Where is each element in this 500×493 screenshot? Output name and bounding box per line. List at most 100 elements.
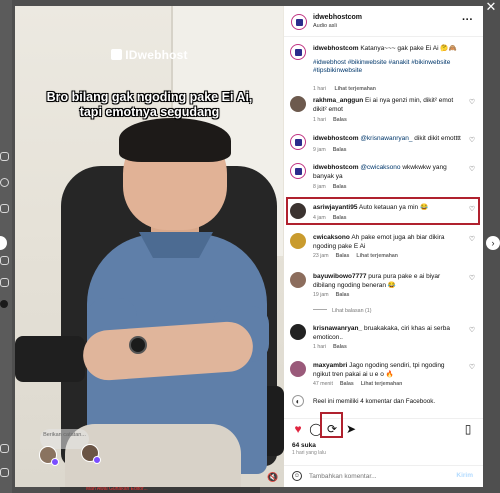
emoji-icon[interactable]: ☺ — [292, 471, 302, 481]
comment-meta: 8 jam Balas — [313, 184, 354, 190]
caption-username[interactable]: idwebhostcom — [313, 45, 359, 52]
comment-text: rakhma_anggun Ei ai nya genzi min, dikit… — [313, 97, 461, 114]
like-comment-heart-icon[interactable]: ♡ — [468, 364, 476, 372]
reply-button[interactable]: Balas — [333, 184, 347, 190]
apps-icon[interactable] — [0, 468, 9, 477]
like-comment-heart-icon[interactable]: ♡ — [468, 236, 476, 244]
divider — [284, 418, 483, 419]
caption-hashtags[interactable]: #idwebhost #bikinwebsite #anakit #bikinw… — [313, 59, 450, 75]
audio-label[interactable]: Audio asli — [313, 23, 337, 29]
comment-text: idwebhostcom @krisnawanryan_ dikit dikit… — [313, 135, 461, 144]
comment-time: 23 jam — [313, 253, 329, 259]
video-caption: Bro bilang gak ngoding pake Ei Ai, tapi … — [25, 90, 274, 120]
like-heart-icon[interactable]: ♥ — [290, 421, 306, 437]
messages-icon[interactable] — [0, 256, 9, 265]
author-avatar[interactable] — [290, 44, 306, 60]
comment-avatar[interactable] — [290, 233, 306, 249]
reply-button[interactable]: Balas — [333, 147, 347, 153]
comment-mention[interactable]: @krisnawanryan_ — [360, 135, 412, 142]
more-options-icon[interactable]: ··· — [462, 14, 473, 26]
post-time: 1 hari yang lalu — [292, 450, 326, 456]
video-brand-text: IDwebhost — [125, 48, 188, 62]
comment-text: maxyambri Jago ngoding sendiri, tpi ngod… — [313, 362, 461, 379]
reply-button[interactable]: Balas — [333, 344, 347, 350]
caption-text: idwebhostcom Katanya~~~ gak pake Ei Ai 🤔… — [313, 45, 461, 76]
comment-avatar[interactable] — [290, 272, 306, 288]
comment-avatar[interactable] — [290, 163, 306, 179]
translate-link[interactable]: Lihat terjemahan — [334, 86, 376, 92]
author-username[interactable]: idwebhostcom — [313, 14, 362, 21]
comment-text: bayuwibowo7777 pura pura pake e ai biyar… — [313, 273, 461, 290]
badge-icon — [93, 456, 101, 464]
comment-text: idwebhostcom @cwicaksono wkwkwkw yang ba… — [313, 164, 461, 181]
post-header: idwebhostcom Audio asli ··· — [284, 6, 483, 37]
brand-logo-icon — [111, 49, 123, 60]
reply-button[interactable]: Balas — [333, 117, 347, 123]
reel-info-text: Reel ini memiliki 4 komentar dan Faceboo… — [313, 398, 436, 405]
comment-avatar[interactable] — [290, 361, 306, 377]
highlight-repost-box — [320, 412, 343, 438]
home-icon[interactable] — [0, 152, 9, 161]
translate-link[interactable]: Lihat terjemahan — [356, 253, 398, 259]
close-icon[interactable]: ✕ — [484, 0, 498, 14]
comment-username[interactable]: bayuwibowo7777 — [313, 273, 366, 280]
create-icon[interactable] — [0, 278, 9, 287]
reply-button[interactable]: Balas — [336, 292, 350, 298]
menu-icon[interactable] — [0, 444, 9, 453]
comment-body: dikit dikit emotttt — [414, 135, 461, 142]
translate-link[interactable]: Lihat terjemahan — [361, 381, 403, 387]
reply-button[interactable]: Balas — [336, 253, 350, 259]
comment-meta: 19 jam Balas — [313, 292, 356, 298]
comment-meta: 1 hari Balas — [313, 344, 354, 350]
comment-username[interactable]: idwebhostcom — [313, 135, 359, 142]
comment-mention[interactable]: @cwicaksono — [360, 164, 400, 171]
comment-username[interactable]: krisnawanryan_ — [313, 325, 362, 332]
add-comment-input[interactable] — [309, 469, 449, 483]
explore-icon[interactable] — [0, 204, 9, 213]
view-replies-link[interactable]: Lihat balasan (1) — [313, 308, 371, 314]
comment-meta: 9 jam Balas — [313, 147, 354, 153]
comment-username[interactable]: rakhma_anggun — [313, 97, 363, 104]
caption-time: 1 hari — [313, 86, 326, 92]
like-comment-heart-icon[interactable]: ♡ — [468, 137, 476, 145]
caption-meta: 1 hari Lihat terjemahan — [313, 86, 383, 92]
video-caption-line: tapi emotnya segudang — [79, 105, 220, 119]
person-collar — [139, 232, 213, 262]
reel-video[interactable]: IDwebhost Bro bilang gak ngoding pake Ei… — [15, 6, 284, 487]
comment-username[interactable]: cwicaksono — [313, 234, 350, 241]
comment-avatar[interactable] — [290, 324, 306, 340]
post-details-panel: idwebhostcom Audio asli ··· idwebhostcom… — [284, 6, 483, 487]
like-comment-heart-icon[interactable]: ♡ — [468, 327, 476, 335]
reel-info-icon: ◐ — [292, 395, 304, 407]
highlight-comment-box — [286, 197, 480, 225]
caption-body: Katanya~~~ gak pake Ei Ai 🤔🙈 — [360, 45, 457, 52]
tagged-user-avatar[interactable] — [39, 446, 59, 466]
comment-time: 19 jam — [313, 292, 329, 298]
next-post-button[interactable]: › — [486, 236, 500, 250]
comment-time: 8 jam — [313, 184, 326, 190]
comment-avatar[interactable] — [290, 96, 306, 112]
share-icon[interactable]: ➤ — [343, 421, 359, 437]
post-comment-button[interactable]: Kirim — [456, 472, 473, 479]
comment-avatar[interactable] — [290, 134, 306, 150]
chair-arm — [15, 336, 85, 382]
like-comment-heart-icon[interactable]: ♡ — [468, 99, 476, 107]
comment-time: 1 hari — [313, 117, 326, 123]
profile-icon[interactable] — [0, 300, 8, 308]
search-icon[interactable] — [0, 178, 9, 187]
like-comment-heart-icon[interactable]: ♡ — [468, 166, 476, 174]
save-bookmark-icon[interactable]: ▯ — [460, 421, 476, 437]
reply-button[interactable]: Balas — [340, 381, 354, 387]
chevron-right-icon: › — [491, 238, 495, 248]
comment-time: 9 jam — [313, 147, 326, 153]
like-comment-heart-icon[interactable]: ♡ — [468, 275, 476, 283]
mute-icon[interactable]: 🔇 — [267, 472, 279, 484]
comment-username[interactable]: maxyambri — [313, 362, 347, 369]
tagged-user-avatar[interactable] — [81, 444, 101, 464]
likes-count[interactable]: 64 suka — [292, 442, 316, 449]
author-avatar[interactable] — [291, 14, 307, 30]
comment-meta: 47 menit Balas Lihat terjemahan — [313, 381, 409, 387]
comment-time: 1 hari — [313, 344, 326, 350]
comment-username[interactable]: idwebhostcom — [313, 164, 359, 171]
comment-text: cwicaksono Ah pake emot juga ah biar dik… — [313, 234, 461, 251]
